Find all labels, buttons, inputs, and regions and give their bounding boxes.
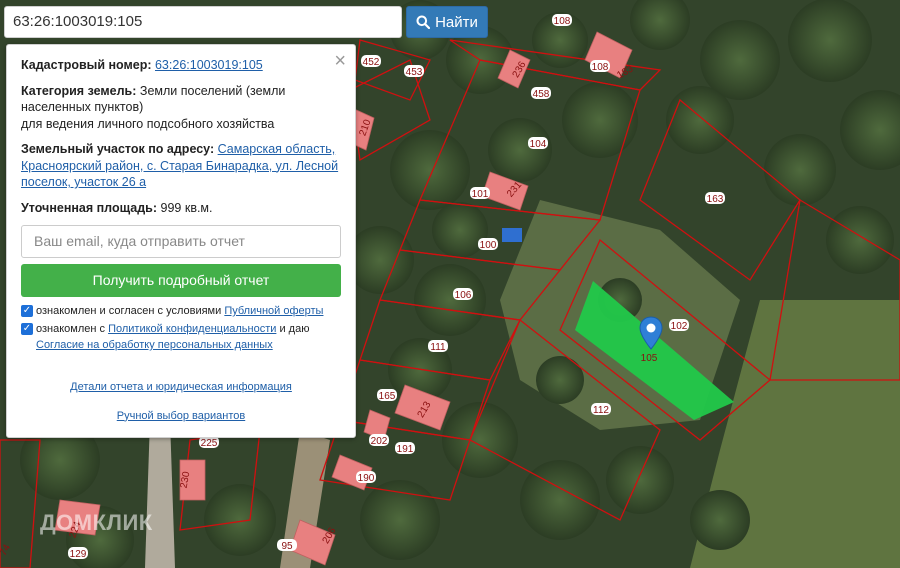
parcel-label: 190	[356, 471, 376, 484]
land-purpose: для ведения личного подсобного хозяйства	[21, 116, 275, 131]
svg-text:202: 202	[371, 436, 388, 447]
area-value: 999 кв.м.	[160, 200, 213, 215]
parcel-label: 165	[377, 389, 397, 402]
location-pin-icon[interactable]	[639, 316, 663, 350]
road	[145, 420, 175, 568]
privacy-agreement-text: ознакомлен с Политикой конфиденциальност…	[36, 321, 309, 353]
svg-text:106: 106	[455, 290, 472, 301]
svg-text:452: 452	[363, 57, 380, 68]
blue-roof	[502, 228, 522, 242]
privacy-checkbox[interactable]: ✓	[21, 323, 33, 335]
parcel-label: 202	[369, 434, 389, 447]
parcel-label: 112	[591, 403, 611, 416]
svg-text:108: 108	[554, 16, 571, 27]
svg-text:165: 165	[379, 391, 396, 402]
svg-text:101: 101	[472, 189, 489, 200]
category-label: Категория земель:	[21, 83, 137, 98]
area-label: Уточненная площадь:	[21, 200, 158, 215]
land-category-row: Категория земель: Земли поселений (земли…	[21, 83, 341, 133]
search-button-label: Найти	[435, 13, 478, 31]
public-offer-link[interactable]: Публичной оферты	[224, 305, 323, 317]
cadastral-label: Кадастровый номер:	[21, 58, 152, 72]
cadastral-search-input[interactable]: 63:26:1003019:105	[4, 6, 402, 38]
svg-text:104: 104	[530, 139, 547, 150]
manual-selection-link[interactable]: Ручной выбор вариантов	[21, 408, 341, 425]
svg-text:111: 111	[430, 342, 446, 353]
privacy-agreement-row: ✓ ознакомлен с Политикой конфиденциально…	[21, 321, 341, 353]
offer-text: ознакомлен и согласен с условиями	[36, 305, 222, 317]
parcel-label: 163	[705, 192, 725, 205]
svg-text:108: 108	[592, 62, 609, 73]
get-report-button[interactable]: Получить подробный отчет	[21, 264, 341, 297]
svg-text:105: 105	[641, 353, 658, 364]
parcel-info-panel: × Кадастровый номер: 63:26:1003019:105 К…	[6, 44, 356, 438]
personal-data-consent-link[interactable]: Согласие на обработку персональных данны…	[36, 339, 273, 351]
parcel-label: 129	[68, 547, 88, 560]
email-field[interactable]: Ваш email, куда отправить отчет	[21, 225, 341, 258]
parcel-label: 102	[669, 319, 689, 332]
svg-text:458: 458	[533, 89, 550, 100]
search-icon	[416, 15, 431, 29]
parcel-label: 452	[361, 55, 381, 68]
parcel-label: 108	[552, 14, 572, 27]
close-icon[interactable]: ×	[334, 51, 346, 71]
svg-text:453: 453	[406, 67, 423, 78]
report-details-link[interactable]: Детали отчета и юридическая информация	[21, 379, 341, 396]
parcel-label: 458	[531, 87, 551, 100]
parcel-label: 111	[428, 340, 448, 353]
cadastral-number-link[interactable]: 63:26:1003019:105	[155, 58, 263, 72]
svg-text:95: 95	[281, 541, 293, 552]
address-row: Земельный участок по адресу: Самарская о…	[21, 141, 341, 191]
svg-text:190: 190	[358, 473, 375, 484]
svg-text:191: 191	[397, 444, 414, 455]
privacy-policy-link[interactable]: Политикой конфиденциальности	[108, 323, 276, 335]
parcel-label: 101	[470, 187, 490, 200]
offer-agreement-row: ✓ ознакомлен и согласен с условиями Публ…	[21, 303, 341, 319]
parcel-label: 106	[453, 288, 473, 301]
privacy-text: ознакомлен с	[36, 323, 106, 335]
offer-agreement-text: ознакомлен и согласен с условиями Публич…	[36, 303, 323, 319]
search-button[interactable]: Найти	[406, 6, 488, 38]
parcel-label: 95	[277, 539, 297, 552]
parcel-label: 100	[478, 238, 498, 251]
svg-text:100: 100	[480, 240, 497, 251]
svg-text:102: 102	[671, 321, 688, 332]
area-row: Уточненная площадь: 999 кв.м.	[21, 200, 341, 217]
svg-text:225: 225	[201, 438, 218, 449]
parcel-label: 104	[528, 137, 548, 150]
svg-text:129: 129	[70, 549, 87, 560]
parcel-label: 453	[404, 65, 424, 78]
cadastral-number-row: Кадастровый номер: 63:26:1003019:105	[21, 57, 341, 74]
svg-text:112: 112	[593, 405, 609, 416]
parcel-label: 191	[395, 442, 415, 455]
domclick-watermark: ДОМКЛИК	[40, 510, 153, 535]
parcel-label: 105	[641, 353, 658, 364]
offer-checkbox[interactable]: ✓	[21, 305, 33, 317]
privacy-suffix: и даю	[279, 323, 310, 335]
svg-text:163: 163	[707, 194, 724, 205]
address-label: Земельный участок по адресу:	[21, 142, 215, 156]
parcel-label: 108	[590, 60, 610, 73]
